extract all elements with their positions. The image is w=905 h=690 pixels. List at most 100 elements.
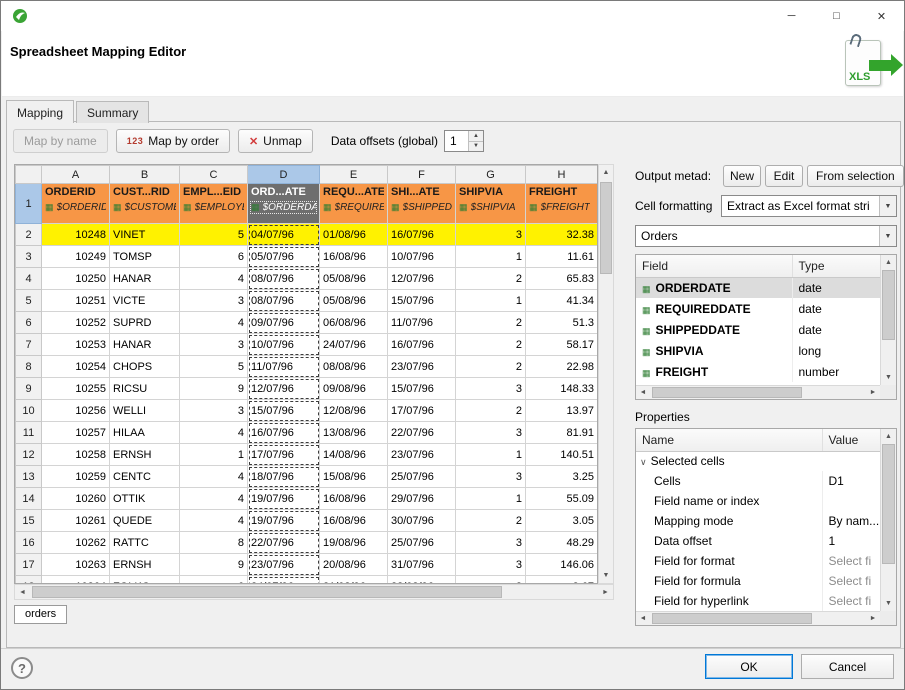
scroll-right-icon[interactable]: ►: [866, 386, 880, 399]
prop-value[interactable]: D1: [822, 471, 880, 491]
cell-B4[interactable]: HANAR: [110, 268, 180, 290]
scroll-left-icon[interactable]: ◄: [636, 386, 650, 399]
prop-row-field-for-format[interactable]: Field for formatSelect fi: [636, 551, 880, 571]
cell-F7[interactable]: 16/07/96: [388, 334, 456, 356]
cell-E2[interactable]: 01/08/96: [320, 224, 388, 246]
cell-D5[interactable]: 08/07/96: [248, 290, 320, 312]
cell-C8[interactable]: 5: [180, 356, 248, 378]
cell-B8[interactable]: CHOPS: [110, 356, 180, 378]
chevron-down-icon[interactable]: ∨: [640, 457, 647, 467]
properties-vscroll-thumb[interactable]: [882, 444, 895, 564]
cell-A1[interactable]: ORDERID▦$ORDERID: [42, 184, 110, 224]
cell-D7[interactable]: 10/07/96: [248, 334, 320, 356]
spinner-up-icon[interactable]: ▲: [469, 131, 483, 142]
col-header-H[interactable]: H: [526, 166, 598, 184]
row-header-13[interactable]: 13: [16, 466, 42, 488]
ok-button[interactable]: OK: [705, 654, 793, 679]
cell-C17[interactable]: 9: [180, 554, 248, 576]
cell-C2[interactable]: 5: [180, 224, 248, 246]
cell-D12[interactable]: 17/07/96: [248, 444, 320, 466]
row-header-17[interactable]: 17: [16, 554, 42, 576]
field-table-vscrollbar[interactable]: ▲ ▼: [880, 255, 896, 385]
cell-E15[interactable]: 16/08/96: [320, 510, 388, 532]
scroll-down-icon[interactable]: ▼: [599, 568, 613, 583]
cell-D9[interactable]: 12/07/96: [248, 378, 320, 400]
cell-H10[interactable]: 13.97: [526, 400, 598, 422]
cell-G17[interactable]: 3: [456, 554, 526, 576]
cell-B15[interactable]: QUEDE: [110, 510, 180, 532]
grid-corner[interactable]: [16, 166, 42, 184]
cell-E9[interactable]: 09/08/96: [320, 378, 388, 400]
cell-G9[interactable]: 3: [456, 378, 526, 400]
field-row-REQUIREDDATE[interactable]: ▦REQUIREDDATEdate: [636, 298, 880, 319]
cell-B6[interactable]: SUPRD: [110, 312, 180, 334]
row-header-16[interactable]: 16: [16, 532, 42, 554]
cell-F11[interactable]: 22/07/96: [388, 422, 456, 444]
cell-A14[interactable]: 10260: [42, 488, 110, 510]
close-button[interactable]: ✕: [859, 1, 904, 31]
prop-row-field-for-hyperlink[interactable]: Field for hyperlinkSelect fi: [636, 591, 880, 611]
field-hscroll-thumb[interactable]: [652, 387, 802, 398]
row-header-15[interactable]: 15: [16, 510, 42, 532]
scroll-up-icon[interactable]: ▲: [881, 429, 896, 444]
cell-C6[interactable]: 4: [180, 312, 248, 334]
cell-G11[interactable]: 3: [456, 422, 526, 444]
cell-A3[interactable]: 10249: [42, 246, 110, 268]
properties-hscroll-thumb[interactable]: [652, 613, 812, 624]
col-header-C[interactable]: C: [180, 166, 248, 184]
prop-value[interactable]: Select fi: [822, 551, 880, 571]
prop-value[interactable]: [822, 491, 880, 511]
cell-H14[interactable]: 55.09: [526, 488, 598, 510]
cell-F4[interactable]: 12/07/96: [388, 268, 456, 290]
cell-F16[interactable]: 25/07/96: [388, 532, 456, 554]
cell-H7[interactable]: 58.17: [526, 334, 598, 356]
row-header-7[interactable]: 7: [16, 334, 42, 356]
prop-value[interactable]: 1: [822, 531, 880, 551]
cell-A18[interactable]: 10264: [42, 576, 110, 585]
cell-H16[interactable]: 48.29: [526, 532, 598, 554]
field-vscroll-thumb[interactable]: [882, 270, 895, 340]
cell-D11[interactable]: 16/07/96: [248, 422, 320, 444]
cell-A11[interactable]: 10257: [42, 422, 110, 444]
scroll-up-icon[interactable]: ▲: [881, 255, 896, 270]
prop-row-mapping-mode[interactable]: Mapping modeBy nam...: [636, 511, 880, 531]
cell-H3[interactable]: 11.61: [526, 246, 598, 268]
cell-D10[interactable]: 15/07/96: [248, 400, 320, 422]
col-header-G[interactable]: G: [456, 166, 526, 184]
record-dropdown[interactable]: Orders ▼: [635, 225, 897, 247]
field-row-ORDERDATE[interactable]: ▦ORDERDATEdate: [636, 277, 880, 298]
cell-E11[interactable]: 13/08/96: [320, 422, 388, 444]
cell-C15[interactable]: 4: [180, 510, 248, 532]
cell-E17[interactable]: 20/08/96: [320, 554, 388, 576]
tab-summary[interactable]: Summary: [76, 101, 149, 123]
row-header-9[interactable]: 9: [16, 378, 42, 400]
cell-F17[interactable]: 31/07/96: [388, 554, 456, 576]
cell-C13[interactable]: 4: [180, 466, 248, 488]
cell-D4[interactable]: 08/07/96: [248, 268, 320, 290]
cell-B11[interactable]: HILAA: [110, 422, 180, 444]
row-header-11[interactable]: 11: [16, 422, 42, 444]
unmap-button[interactable]: ✕ Unmap: [238, 129, 313, 153]
cell-B14[interactable]: OTTIK: [110, 488, 180, 510]
cell-A6[interactable]: 10252: [42, 312, 110, 334]
prop-group-selected-cells[interactable]: ∨Selected cells: [636, 451, 880, 471]
cell-B17[interactable]: ERNSH: [110, 554, 180, 576]
grid-vertical-scrollbar[interactable]: ▲ ▼: [598, 164, 614, 584]
field-row-SHIPPEDDATE[interactable]: ▦SHIPPEDDATEdate: [636, 319, 880, 340]
type-column-header[interactable]: Type: [792, 255, 880, 277]
cell-D2[interactable]: 04/07/96: [248, 224, 320, 246]
cell-F15[interactable]: 30/07/96: [388, 510, 456, 532]
prop-value[interactable]: By nam...: [822, 511, 880, 531]
cell-formatting-dropdown[interactable]: Extract as Excel format stri ▼: [721, 195, 897, 217]
cell-A17[interactable]: 10263: [42, 554, 110, 576]
prop-value[interactable]: Select fi: [822, 591, 880, 611]
row-header-2[interactable]: 2: [16, 224, 42, 246]
cell-G12[interactable]: 1: [456, 444, 526, 466]
field-row-SHIPVIA[interactable]: ▦SHIPVIAlong: [636, 340, 880, 361]
cell-A13[interactable]: 10259: [42, 466, 110, 488]
grid-hscroll-thumb[interactable]: [32, 586, 502, 598]
spinner-down-icon[interactable]: ▼: [469, 142, 483, 152]
row-header-18[interactable]: 18: [16, 576, 42, 585]
row-header-3[interactable]: 3: [16, 246, 42, 268]
cell-D3[interactable]: 05/07/96: [248, 246, 320, 268]
